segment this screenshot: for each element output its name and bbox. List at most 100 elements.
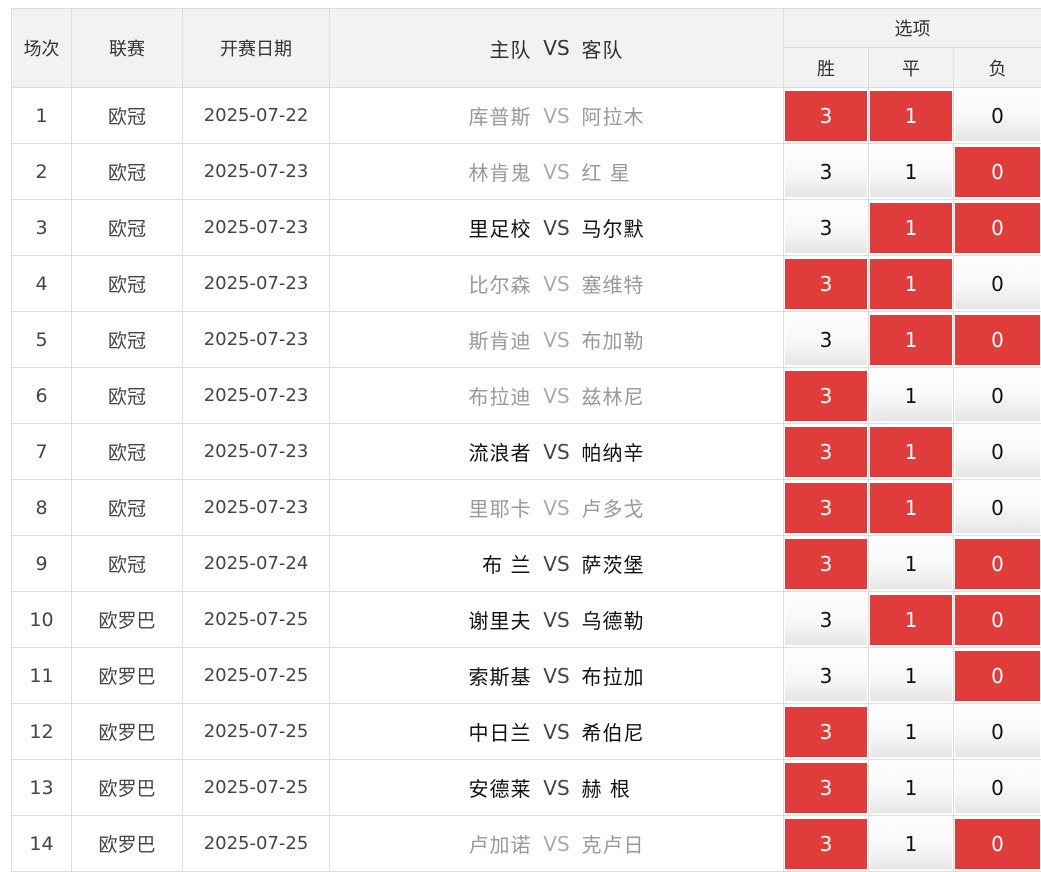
option-draw-button[interactable]: 1 [870, 707, 952, 757]
table-row: 2 欧冠 2025-07-23 林肯鬼 VS 红 星 3 1 0 [12, 144, 1041, 200]
option-lose-button[interactable]: 0 [955, 427, 1040, 477]
option-draw-cell: 1 [869, 200, 954, 256]
match-number: 10 [12, 592, 72, 648]
vs-label: VS [532, 608, 582, 632]
option-win-button[interactable]: 3 [785, 595, 867, 645]
league-name: 欧冠 [72, 480, 183, 536]
option-win-button[interactable]: 3 [785, 651, 867, 701]
option-draw-button[interactable]: 1 [870, 427, 952, 477]
home-team: 布 兰 [434, 549, 532, 578]
match-teams: 中日兰 VS 希伯尼 [330, 704, 784, 760]
match-teams: 流浪者 VS 帕纳辛 [330, 424, 784, 480]
vs-label: VS [532, 328, 582, 352]
match-number: 12 [12, 704, 72, 760]
match-date: 2025-07-23 [183, 256, 330, 312]
option-draw-button[interactable]: 1 [870, 819, 952, 869]
option-win-button[interactable]: 3 [785, 203, 867, 253]
match-date: 2025-07-24 [183, 536, 330, 592]
option-lose-button[interactable]: 0 [955, 371, 1040, 421]
league-name: 欧冠 [72, 312, 183, 368]
option-draw-button[interactable]: 1 [870, 595, 952, 645]
header-option-win: 胜 [784, 48, 869, 88]
option-lose-button[interactable]: 0 [955, 651, 1040, 701]
vs-label: VS [532, 664, 582, 688]
option-win-button[interactable]: 3 [785, 539, 867, 589]
option-win-button[interactable]: 3 [785, 315, 867, 365]
match-date: 2025-07-23 [183, 200, 330, 256]
match-date: 2025-07-25 [183, 704, 330, 760]
option-win-button[interactable]: 3 [785, 707, 867, 757]
match-teams: 库普斯 VS 阿拉木 [330, 88, 784, 144]
match-table: 场次 联赛 开赛日期 主队 VS 客队 选项 胜 平 负 1 欧冠 2025-0… [11, 8, 1041, 872]
option-lose-button[interactable]: 0 [955, 707, 1040, 757]
league-name: 欧冠 [72, 424, 183, 480]
option-lose-button[interactable]: 0 [955, 819, 1040, 869]
header-vs: VS [532, 36, 582, 60]
table-row: 12 欧罗巴 2025-07-25 中日兰 VS 希伯尼 3 1 0 [12, 704, 1041, 760]
away-team: 克卢日 [582, 829, 680, 858]
option-lose-button[interactable]: 0 [955, 147, 1040, 197]
home-team: 里足校 [434, 213, 532, 242]
league-name: 欧冠 [72, 200, 183, 256]
option-draw-button[interactable]: 1 [870, 763, 952, 813]
match-number: 1 [12, 88, 72, 144]
option-lose-cell: 0 [954, 760, 1041, 816]
option-draw-button[interactable]: 1 [870, 651, 952, 701]
header-option-lose: 负 [954, 48, 1041, 88]
option-draw-button[interactable]: 1 [870, 203, 952, 253]
option-win-button[interactable]: 3 [785, 91, 867, 141]
option-win-cell: 3 [784, 88, 869, 144]
home-team: 索斯基 [434, 661, 532, 690]
option-draw-button[interactable]: 1 [870, 91, 952, 141]
option-lose-cell: 0 [954, 256, 1041, 312]
option-lose-button[interactable]: 0 [955, 315, 1040, 365]
table-row: 13 欧罗巴 2025-07-25 安德莱 VS 赫 根 3 1 0 [12, 760, 1041, 816]
option-win-cell: 3 [784, 424, 869, 480]
away-team: 布拉加 [582, 661, 680, 690]
option-lose-button[interactable]: 0 [955, 539, 1040, 589]
option-draw-button[interactable]: 1 [870, 315, 952, 365]
match-date: 2025-07-22 [183, 88, 330, 144]
option-lose-cell: 0 [954, 368, 1041, 424]
match-teams: 林肯鬼 VS 红 星 [330, 144, 784, 200]
match-teams: 比尔森 VS 塞维特 [330, 256, 784, 312]
match-number: 5 [12, 312, 72, 368]
option-win-cell: 3 [784, 256, 869, 312]
option-win-button[interactable]: 3 [785, 819, 867, 869]
option-draw-button[interactable]: 1 [870, 539, 952, 589]
option-draw-button[interactable]: 1 [870, 147, 952, 197]
option-draw-button[interactable]: 1 [870, 371, 952, 421]
option-lose-button[interactable]: 0 [955, 595, 1040, 645]
option-win-button[interactable]: 3 [785, 427, 867, 477]
match-date: 2025-07-25 [183, 760, 330, 816]
option-win-button[interactable]: 3 [785, 763, 867, 813]
away-team: 希伯尼 [582, 717, 680, 746]
option-draw-button[interactable]: 1 [870, 483, 952, 533]
option-win-button[interactable]: 3 [785, 483, 867, 533]
option-lose-cell: 0 [954, 648, 1041, 704]
match-number: 2 [12, 144, 72, 200]
option-draw-cell: 1 [869, 368, 954, 424]
option-draw-button[interactable]: 1 [870, 259, 952, 309]
option-lose-button[interactable]: 0 [955, 259, 1040, 309]
league-name: 欧罗巴 [72, 760, 183, 816]
away-team: 塞维特 [582, 269, 680, 298]
option-win-cell: 3 [784, 816, 869, 872]
match-teams: 里足校 VS 马尔默 [330, 200, 784, 256]
option-win-button[interactable]: 3 [785, 371, 867, 421]
match-teams: 谢里夫 VS 乌德勒 [330, 592, 784, 648]
option-win-button[interactable]: 3 [785, 147, 867, 197]
option-lose-button[interactable]: 0 [955, 203, 1040, 253]
home-team: 库普斯 [434, 101, 532, 130]
header-home: 主队 [434, 34, 532, 63]
vs-label: VS [532, 776, 582, 800]
option-lose-button[interactable]: 0 [955, 763, 1040, 813]
vs-label: VS [532, 160, 582, 184]
option-win-button[interactable]: 3 [785, 259, 867, 309]
match-date: 2025-07-25 [183, 648, 330, 704]
league-name: 欧冠 [72, 368, 183, 424]
option-lose-button[interactable]: 0 [955, 483, 1040, 533]
option-lose-button[interactable]: 0 [955, 91, 1040, 141]
away-team: 马尔默 [582, 213, 680, 242]
home-team: 里耶卡 [434, 493, 532, 522]
